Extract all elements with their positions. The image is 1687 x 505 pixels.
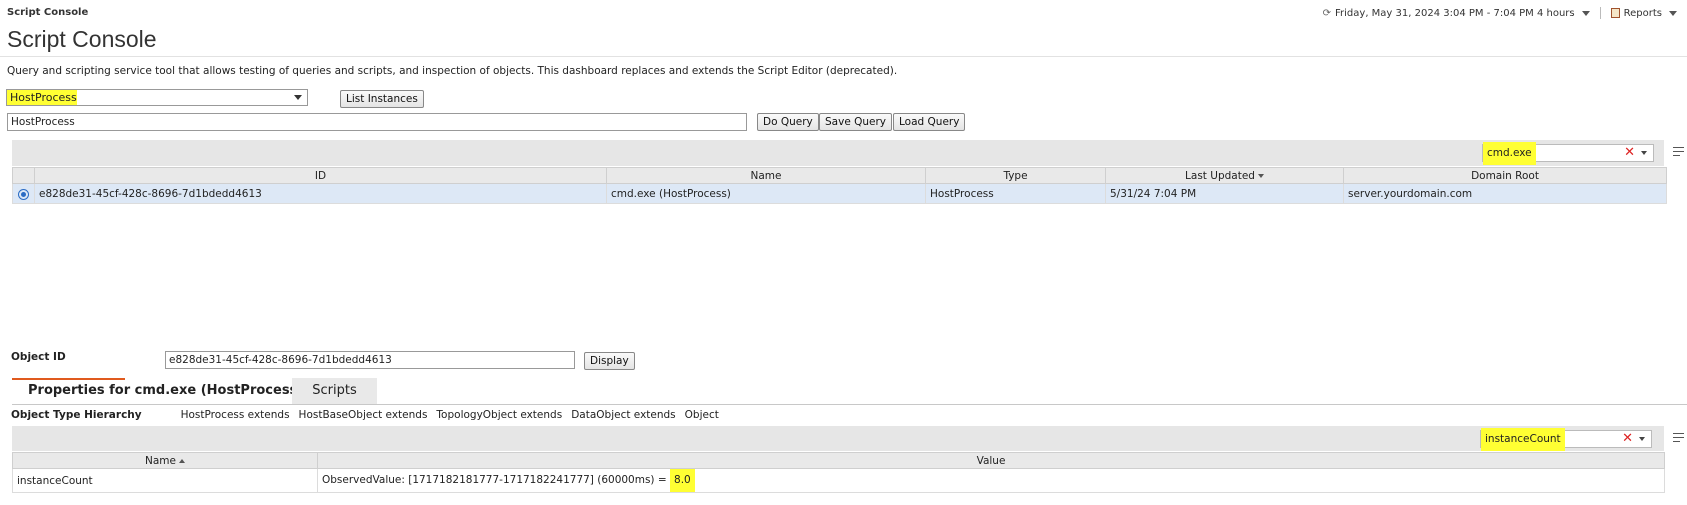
cell-property-value: ObservedValue: [1717182181777-1717182241… <box>317 468 1665 493</box>
column-header-domain-root[interactable]: Domain Root <box>1343 167 1667 184</box>
chevron-down-icon[interactable] <box>294 95 302 100</box>
load-query-button[interactable]: Load Query <box>893 113 966 131</box>
column-header-name[interactable]: Name <box>12 452 318 469</box>
instances-filter-value: cmd.exe <box>1483 142 1536 165</box>
hierarchy-item[interactable]: TopologyObject extends <box>436 409 562 421</box>
properties-tabbar: Properties for cmd.exe (HostProcess) Scr… <box>12 378 1687 405</box>
object-type-select[interactable]: HostProcess <box>6 89 308 106</box>
radio-selected-icon[interactable] <box>18 188 29 200</box>
cell-type: HostProcess <box>925 183 1106 204</box>
page-title: Script Console <box>7 26 157 52</box>
instances-table: ID Name Type Last Updated Domain Root e8… <box>12 167 1667 204</box>
column-header-name[interactable]: Name <box>606 167 926 184</box>
cell-name: cmd.exe (HostProcess) <box>606 183 926 204</box>
column-menu-icon[interactable] <box>1673 147 1684 158</box>
object-id-label: Object ID <box>11 351 66 363</box>
select-column-header <box>12 167 35 184</box>
object-id-input[interactable]: e828de31-45cf-428c-8696-7d1bdedd4613 <box>165 351 575 369</box>
reports-menu[interactable]: Reports <box>1624 8 1662 19</box>
column-header-type[interactable]: Type <box>925 167 1106 184</box>
column-header-label: Name <box>145 454 176 467</box>
sort-ascending-icon <box>178 458 185 463</box>
column-header-label: Last Updated <box>1185 169 1255 182</box>
query-input[interactable]: HostProcess <box>7 113 747 131</box>
time-range-icon: ⟳ <box>1322 7 1332 19</box>
display-button[interactable]: Display <box>584 352 635 370</box>
list-instances-button[interactable]: List Instances <box>340 90 424 108</box>
properties-toolbar: instanceCount ✕ <box>12 426 1664 451</box>
column-header-last-updated[interactable]: Last Updated <box>1105 167 1344 184</box>
cell-id: e828de31-45cf-428c-8696-7d1bdedd4613 <box>34 183 607 204</box>
property-value-result: 8.0 <box>670 469 695 492</box>
hierarchy-item[interactable]: DataObject extends <box>571 409 675 421</box>
object-type-select-value: HostProcess <box>7 90 77 105</box>
properties-filter-input[interactable]: instanceCount ✕ <box>1480 428 1652 451</box>
app-small-title: Script Console <box>7 7 89 18</box>
property-value-prefix: ObservedValue: [1717182181777-1717182241… <box>322 474 667 486</box>
time-range-selector[interactable]: Friday, May 31, 2024 3:04 PM - 7:04 PM 4… <box>1335 8 1575 19</box>
table-header-row: ID Name Type Last Updated Domain Root <box>12 167 1667 184</box>
properties-filter-value: instanceCount <box>1481 428 1565 451</box>
reports-icon <box>1610 8 1620 18</box>
column-header-id[interactable]: ID <box>34 167 607 184</box>
chevron-down-icon[interactable] <box>1641 151 1647 155</box>
do-query-button[interactable]: Do Query <box>757 113 819 131</box>
object-type-hierarchy: Object Type Hierarchy HostProcess extend… <box>11 409 719 421</box>
hierarchy-item[interactable]: HostBaseObject extends <box>299 409 428 421</box>
chevron-down-icon[interactable] <box>1581 10 1590 16</box>
tab-properties[interactable]: Properties for cmd.exe (HostProcess) <box>12 378 319 404</box>
column-menu-icon[interactable] <box>1673 433 1684 444</box>
clear-icon[interactable]: ✕ <box>1624 146 1635 160</box>
cell-domain-root: server.yourdomain.com <box>1343 183 1667 204</box>
row-select-cell[interactable] <box>12 183 35 204</box>
hierarchy-item[interactable]: Object <box>685 409 719 421</box>
column-header-value[interactable]: Value <box>317 452 1665 469</box>
divider <box>1599 7 1601 19</box>
divider <box>0 56 1687 57</box>
properties-table: Name Value instanceCount ObservedValue: … <box>12 452 1665 493</box>
hierarchy-label: Object Type Hierarchy <box>11 409 142 421</box>
tab-scripts[interactable]: Scripts <box>292 378 377 404</box>
chevron-down-icon[interactable] <box>1639 437 1645 441</box>
page-description: Query and scripting service tool that al… <box>7 65 898 77</box>
chevron-down-icon[interactable] <box>1669 10 1677 16</box>
instances-filter-input[interactable]: cmd.exe ✕ <box>1482 142 1654 165</box>
cell-property-name: instanceCount <box>12 468 318 493</box>
save-query-button[interactable]: Save Query <box>819 113 893 131</box>
hierarchy-item[interactable]: HostProcess extends <box>181 409 290 421</box>
table-row[interactable]: e828de31-45cf-428c-8696-7d1bdedd4613 cmd… <box>12 183 1667 204</box>
instances-toolbar: cmd.exe ✕ <box>12 140 1664 166</box>
sort-descending-icon <box>1257 173 1264 178</box>
clear-icon[interactable]: ✕ <box>1622 432 1633 446</box>
cell-last-updated: 5/31/24 7:04 PM <box>1105 183 1344 204</box>
header-controls: ⟳ Friday, May 31, 2024 3:04 PM - 7:04 PM… <box>1323 7 1677 19</box>
table-row[interactable]: instanceCount ObservedValue: [1717182181… <box>12 468 1665 493</box>
table-header-row: Name Value <box>12 452 1665 469</box>
